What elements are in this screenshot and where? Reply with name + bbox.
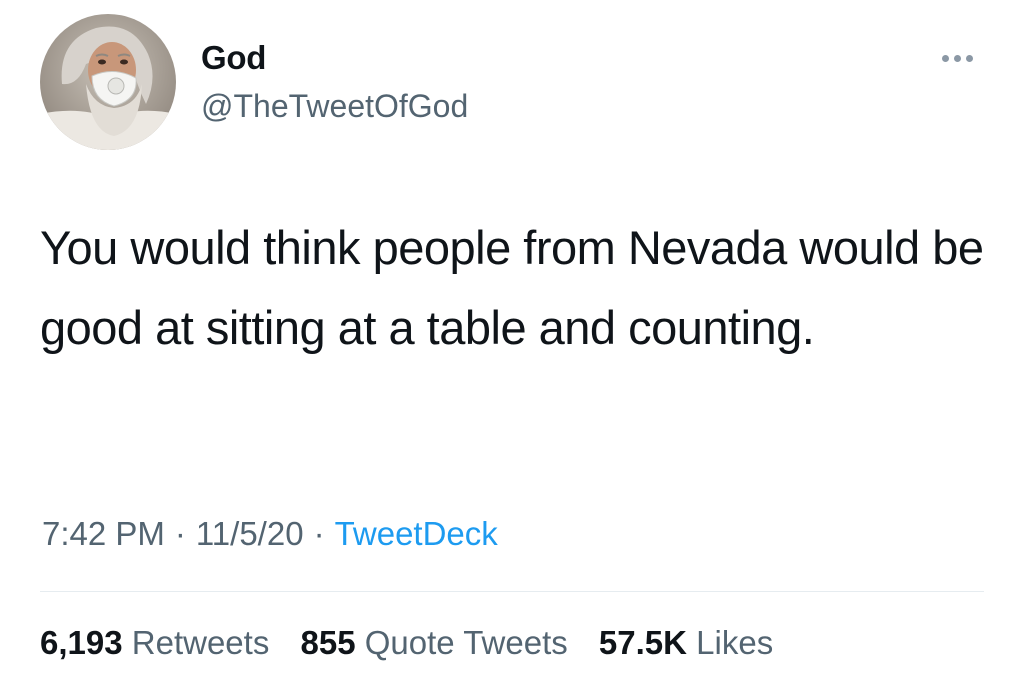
likes-label: Likes [696,624,774,661]
tweet-source-link[interactable]: TweetDeck [335,515,498,552]
meta-separator: · [313,515,325,552]
likes-stat[interactable]: 57.5K Likes [599,624,773,661]
tweet-card: God @TheTweetOfGod You would think peopl… [0,0,1024,687]
retweets-stat[interactable]: 6,193 Retweets [40,624,269,661]
quote-tweets-stat[interactable]: 855 Quote Tweets [301,624,568,661]
quote-tweets-label: Quote Tweets [364,624,568,661]
tweet-time[interactable]: 7:42 PM [42,515,165,552]
more-dot [953,54,961,62]
more-options-icon[interactable] [930,46,984,70]
divider [40,591,984,592]
quote-tweets-count: 855 [300,624,356,661]
tweet-text: You would think people from Nevada would… [40,221,984,354]
tweet-metadata: 7:42 PM · 11/5/20 · TweetDeck [42,512,498,556]
likes-count: 57.5K [598,624,687,661]
more-dot [941,54,949,62]
avatar[interactable] [40,14,176,150]
tweet-date[interactable]: 11/5/20 [196,515,304,552]
more-dot [965,54,973,62]
avatar-image [40,14,176,150]
retweets-label: Retweets [131,624,270,661]
display-name[interactable]: God [201,38,266,78]
meta-separator: · [174,515,186,552]
engagement-stats: 6,193 Retweets 855 Quote Tweets 57.5K Li… [40,621,795,665]
retweets-count: 6,193 [40,624,123,661]
user-handle[interactable]: @TheTweetOfGod [201,86,468,126]
